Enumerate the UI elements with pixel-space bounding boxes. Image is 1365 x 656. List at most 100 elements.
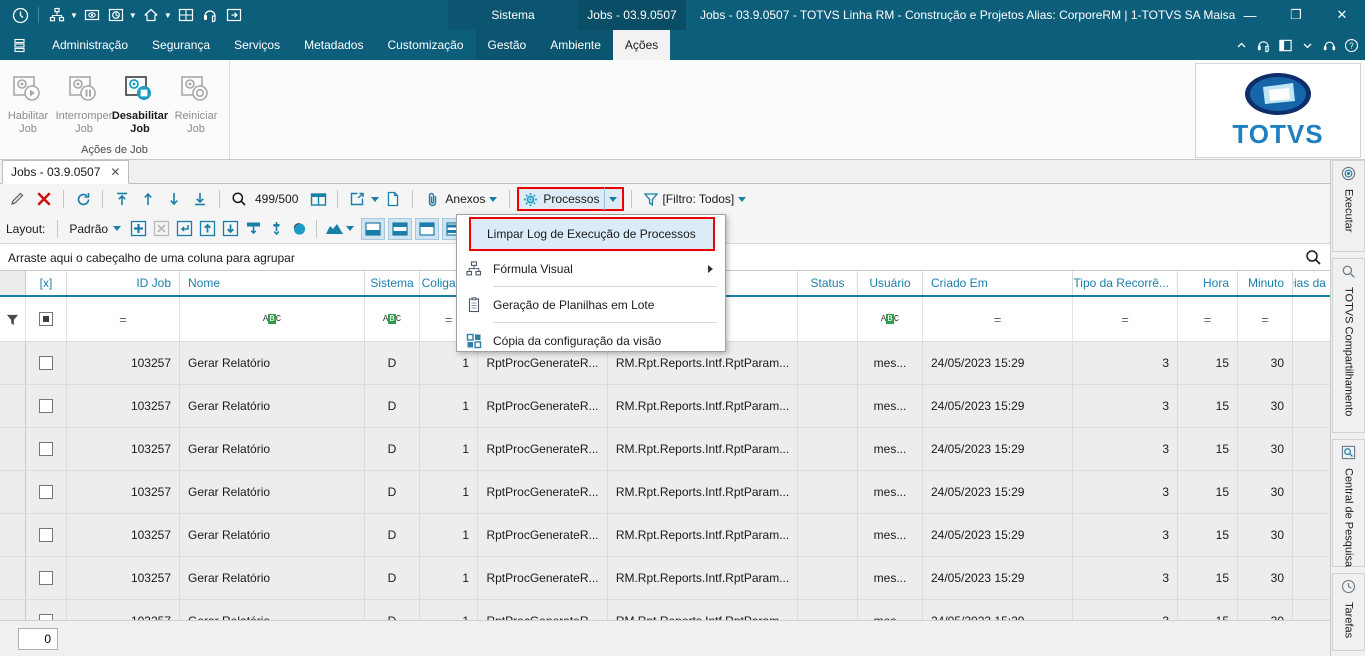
grid-cell-recorrencia[interactable]: 3 bbox=[1073, 514, 1178, 556]
freeze-bottom-icon[interactable] bbox=[265, 218, 287, 240]
grid-cell-rowhdr[interactable] bbox=[0, 557, 26, 599]
grid-icon[interactable] bbox=[174, 3, 198, 27]
grid-cell-idjob[interactable]: 103257 bbox=[67, 428, 180, 470]
menu-item-ambiente[interactable]: Ambiente bbox=[538, 30, 613, 60]
grid-cell-status[interactable] bbox=[798, 342, 858, 384]
export-icon[interactable] bbox=[345, 187, 369, 211]
close-button[interactable]: ✕ bbox=[1319, 0, 1365, 30]
sidebar-tab-totvs-compartilhamento[interactable]: TOTVS Compartilhamento bbox=[1332, 258, 1365, 433]
row-checkbox[interactable] bbox=[39, 571, 53, 585]
edit-pencil-icon[interactable] bbox=[6, 187, 30, 211]
support-icon[interactable] bbox=[1319, 33, 1339, 57]
reiniciar-job-button[interactable]: Reiniciar Job bbox=[168, 68, 224, 136]
grid-cell-idjob[interactable]: 103257 bbox=[67, 557, 180, 599]
menu-item-metadados[interactable]: Metadados bbox=[292, 30, 375, 60]
grid-filter-cell-diassemana[interactable]: = bbox=[1293, 297, 1330, 341]
preview-icon[interactable] bbox=[80, 3, 104, 27]
delete-x-icon[interactable] bbox=[32, 187, 56, 211]
chevron-down-icon[interactable]: ▼ bbox=[70, 11, 78, 20]
main-menu-icon[interactable] bbox=[8, 34, 30, 56]
grid-column-header-hora[interactable]: Hora bbox=[1178, 271, 1238, 295]
grid-cell-coligada[interactable]: 1 bbox=[420, 428, 478, 470]
grid-cell-recorrencia[interactable]: 3 bbox=[1073, 385, 1178, 427]
grid-cell-check[interactable] bbox=[26, 557, 67, 599]
chevron-down-icon[interactable]: ▼ bbox=[129, 11, 137, 20]
grid-cell-classe[interactable]: RM.Rpt.Reports.Intf.RptParam... bbox=[608, 514, 798, 556]
grid-cell-rowhdr[interactable] bbox=[0, 600, 26, 620]
chevron-up-icon[interactable] bbox=[1231, 33, 1251, 57]
menu-item-seguranca[interactable]: Segurança bbox=[140, 30, 222, 60]
grid-cell-usuario[interactable]: mes... bbox=[858, 514, 923, 556]
menu-geracao-planilhas-lote[interactable]: Geração de Planilhas em Lote bbox=[457, 287, 725, 322]
add-layout-icon[interactable] bbox=[127, 218, 149, 240]
last-record-icon[interactable] bbox=[188, 187, 212, 211]
chevron-down-icon[interactable] bbox=[113, 226, 122, 231]
minimize-button[interactable]: — bbox=[1227, 0, 1273, 30]
chevron-down-icon[interactable] bbox=[1297, 33, 1317, 57]
grid-cell-nome[interactable]: Gerar Relatório bbox=[180, 342, 365, 384]
table-row[interactable]: 103257Gerar RelatórioD1RptProcGenerateR.… bbox=[0, 385, 1330, 428]
grid-cell-rowhdr[interactable] bbox=[0, 514, 26, 556]
color-picker-icon[interactable] bbox=[288, 218, 310, 240]
grid-column-header-criadoem[interactable]: Criado Em bbox=[923, 271, 1073, 295]
grid-cell-coligada[interactable]: 1 bbox=[420, 557, 478, 599]
grid-cell-rowhdr[interactable] bbox=[0, 471, 26, 513]
grid-cell-check[interactable] bbox=[26, 428, 67, 470]
menu-item-servicos[interactable]: Serviços bbox=[222, 30, 292, 60]
grid-cell-diassemana[interactable] bbox=[1293, 342, 1330, 384]
grid-filter-cell-idjob[interactable]: = bbox=[67, 297, 180, 341]
grid-cell-check[interactable] bbox=[26, 600, 67, 620]
grid-cell-nome[interactable]: Gerar Relatório bbox=[180, 428, 365, 470]
grid-filter-cell-sistema[interactable]: ABC bbox=[365, 297, 420, 341]
chevron-down-icon[interactable] bbox=[371, 196, 380, 202]
grid-cell-rowhdr[interactable] bbox=[0, 428, 26, 470]
row-checkbox[interactable] bbox=[39, 485, 53, 499]
processos-button[interactable]: Processos bbox=[517, 187, 625, 211]
refresh-icon[interactable] bbox=[71, 187, 95, 211]
grid-column-header-rowhdr[interactable] bbox=[0, 271, 26, 295]
menu-limpar-log-execucao[interactable]: Limpar Log de Execução de Processos bbox=[469, 217, 715, 251]
first-record-icon[interactable] bbox=[110, 187, 134, 211]
chevron-down-icon[interactable] bbox=[489, 196, 498, 202]
grid-filter-cell-criadoem[interactable]: = bbox=[923, 297, 1073, 341]
grid-cell-diassemana[interactable] bbox=[1293, 471, 1330, 513]
grid-cell-criadoem[interactable]: 24/05/2023 15:29 bbox=[923, 600, 1073, 620]
headset-icon[interactable] bbox=[1253, 33, 1273, 57]
document-tab-jobs[interactable]: Jobs - 03.9.0507 ✕ bbox=[2, 160, 130, 184]
grid-column-header-sistema[interactable]: Sistema bbox=[365, 271, 420, 295]
grid-cell-status[interactable] bbox=[798, 557, 858, 599]
grid-cell-coligada[interactable]: 1 bbox=[420, 385, 478, 427]
grid-cell-minuto[interactable]: 30 bbox=[1238, 471, 1293, 513]
help-icon[interactable]: ? bbox=[1341, 33, 1361, 57]
upload-layout-icon[interactable] bbox=[196, 218, 218, 240]
grid-cell-status[interactable] bbox=[798, 600, 858, 620]
grid-cell-nome[interactable]: Gerar Relatório bbox=[180, 385, 365, 427]
grid-cell-check[interactable] bbox=[26, 514, 67, 556]
previous-record-icon[interactable] bbox=[136, 187, 160, 211]
grid-cell-idjob[interactable]: 103257 bbox=[67, 385, 180, 427]
grid-cell-usuario[interactable]: mes... bbox=[858, 342, 923, 384]
grid-column-header-nome[interactable]: Nome bbox=[180, 271, 365, 295]
freeze-top-icon[interactable] bbox=[242, 218, 264, 240]
grid-cell-recorrencia[interactable]: 3 bbox=[1073, 600, 1178, 620]
grid-cell-processo[interactable]: RptProcGenerateR... bbox=[478, 385, 608, 427]
row-checkbox[interactable] bbox=[39, 442, 53, 456]
grid-cell-coligada[interactable]: 1 bbox=[420, 471, 478, 513]
grid-cell-hora[interactable]: 15 bbox=[1178, 514, 1238, 556]
grid-cell-diassemana[interactable] bbox=[1293, 428, 1330, 470]
row-checkbox[interactable] bbox=[39, 399, 53, 413]
grid-cell-classe[interactable]: RM.Rpt.Reports.Intf.RptParam... bbox=[608, 385, 798, 427]
grid-cell-check[interactable] bbox=[26, 342, 67, 384]
grid-cell-processo[interactable]: RptProcGenerateR... bbox=[478, 557, 608, 599]
anexos-button[interactable]: Anexos bbox=[420, 187, 502, 211]
grid-cell-recorrencia[interactable]: 3 bbox=[1073, 557, 1178, 599]
desabilitar-job-button[interactable]: Desabilitar Job bbox=[112, 68, 168, 136]
grid-cell-diassemana[interactable] bbox=[1293, 600, 1330, 620]
sidebar-tab-executar[interactable]: Executar bbox=[1332, 160, 1365, 252]
clock-icon[interactable] bbox=[8, 3, 32, 27]
grid-filter-cell-usuario[interactable]: ABC bbox=[858, 297, 923, 341]
grid-cell-nome[interactable]: Gerar Relatório bbox=[180, 514, 365, 556]
grid-cell-processo[interactable]: RptProcGenerateR... bbox=[478, 471, 608, 513]
table-row[interactable]: 103257Gerar RelatórioD1RptProcGenerateR.… bbox=[0, 514, 1330, 557]
grid-cell-criadoem[interactable]: 24/05/2023 15:29 bbox=[923, 428, 1073, 470]
